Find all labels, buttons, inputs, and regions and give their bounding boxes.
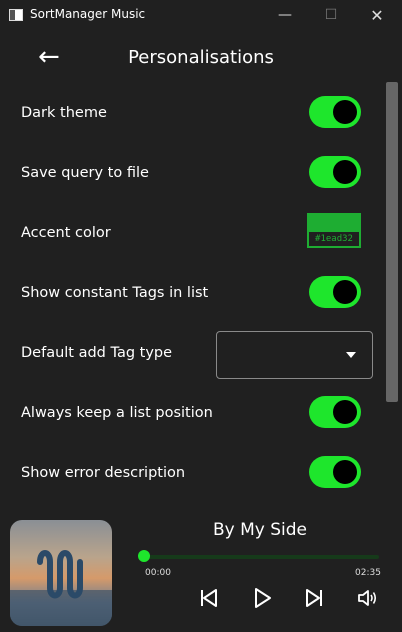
default-tag-type-dropdown[interactable] bbox=[216, 331, 373, 379]
setting-show-error-description: Show error description bbox=[0, 446, 384, 506]
toggle-knob bbox=[333, 100, 357, 124]
album-art-logo bbox=[10, 550, 112, 626]
show-constant-tags-toggle[interactable] bbox=[309, 276, 361, 308]
play-icon[interactable] bbox=[248, 586, 276, 610]
next-icon[interactable] bbox=[300, 586, 328, 610]
setting-label: Default add Tag type bbox=[21, 345, 173, 361]
close-button[interactable]: ✕ bbox=[354, 0, 400, 30]
toggle-knob bbox=[333, 160, 357, 184]
setting-label: Dark theme bbox=[21, 105, 107, 121]
keep-list-position-toggle[interactable] bbox=[309, 396, 361, 428]
setting-label: Show constant Tags in list bbox=[21, 285, 209, 301]
toggle-knob bbox=[333, 280, 357, 304]
toggle-knob bbox=[333, 400, 357, 424]
setting-label: Always keep a list position bbox=[21, 405, 213, 421]
previous-icon[interactable] bbox=[195, 586, 223, 610]
dark-theme-toggle[interactable] bbox=[309, 96, 361, 128]
song-title: By My Side bbox=[212, 520, 308, 540]
save-query-toggle[interactable] bbox=[309, 156, 361, 188]
setting-label: Show error description bbox=[21, 465, 186, 481]
accent-color-picker[interactable]: #1ead32 bbox=[307, 213, 361, 248]
maximize-button[interactable]: ☐ bbox=[308, 0, 354, 30]
app-icon bbox=[9, 9, 23, 21]
player-bar: By My Side 00:00 02:35 bbox=[0, 508, 402, 632]
show-error-description-toggle[interactable] bbox=[309, 456, 361, 488]
setting-show-constant-tags: Show constant Tags in list bbox=[0, 266, 384, 326]
minimize-button[interactable]: — bbox=[262, 0, 308, 30]
scrollbar-thumb[interactable] bbox=[386, 82, 398, 402]
scrollbar[interactable] bbox=[386, 82, 398, 510]
current-time: 00:00 bbox=[145, 568, 171, 578]
album-art bbox=[10, 520, 112, 626]
setting-label: Accent color bbox=[21, 225, 111, 241]
setting-label: Save query to file bbox=[21, 165, 149, 181]
accent-color-hex: #1ead32 bbox=[309, 232, 359, 246]
volume-icon[interactable] bbox=[354, 586, 382, 610]
total-time: 02:35 bbox=[355, 568, 381, 578]
settings-list: Dark theme Save query to file Accent col… bbox=[0, 86, 384, 506]
toggle-knob bbox=[333, 460, 357, 484]
progress-track[interactable] bbox=[143, 555, 379, 559]
window-title: SortManager Music bbox=[30, 7, 146, 21]
setting-keep-list-position: Always keep a list position bbox=[0, 386, 384, 446]
page-title: Personalisations bbox=[128, 47, 274, 68]
title-bar: SortManager Music — ☐ ✕ bbox=[0, 0, 402, 30]
page-header: ← Personalisations bbox=[0, 30, 402, 88]
chevron-down-icon bbox=[346, 352, 356, 358]
progress-thumb[interactable] bbox=[138, 550, 150, 562]
setting-save-query: Save query to file bbox=[0, 146, 384, 206]
setting-dark-theme: Dark theme bbox=[0, 86, 384, 146]
